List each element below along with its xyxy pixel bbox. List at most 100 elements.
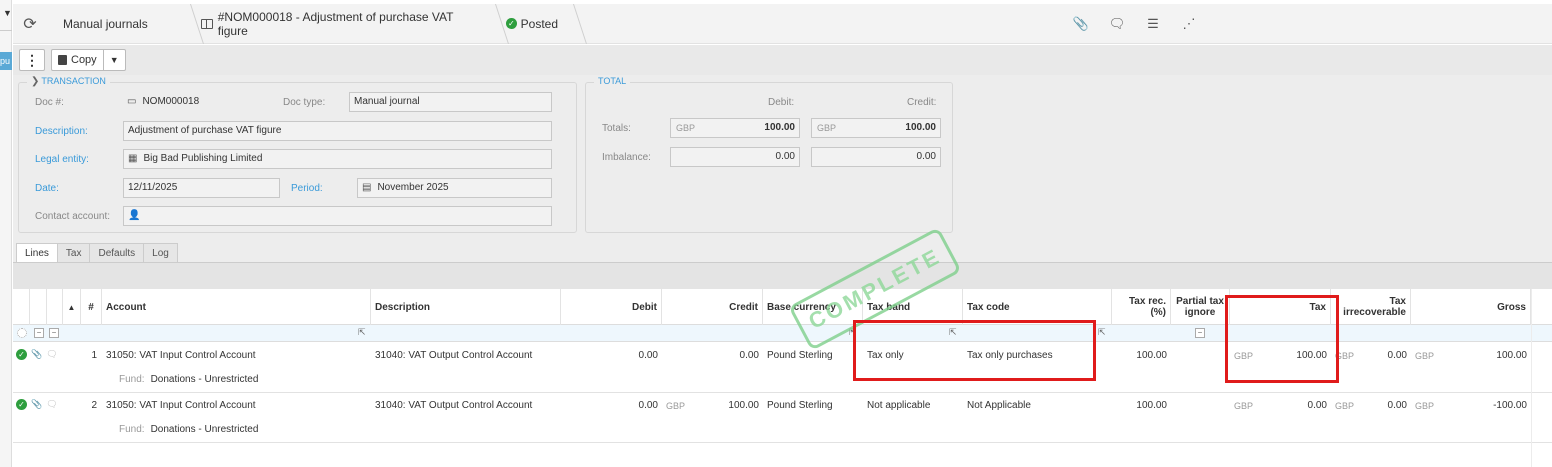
cell-debit[interactable]: 0.00: [561, 349, 662, 363]
debit-total-field: GBP 100.00: [670, 118, 800, 138]
open-external-icon[interactable]: ⇱: [358, 327, 366, 338]
header-gross[interactable]: Gross: [1411, 289, 1531, 325]
cell-account[interactable]: 31050: VAT Input Control Account: [102, 399, 371, 413]
top-actions: 📎 🗨 ☰ ⋰: [1063, 4, 1207, 44]
refresh-icon[interactable]: ⟳: [13, 4, 47, 44]
cell-tax-irrecoverable[interactable]: GBP 0.00: [1331, 399, 1411, 413]
cell-description[interactable]: 31040: VAT Output Control Account: [371, 349, 561, 363]
building-icon: ▦: [128, 153, 138, 164]
divider: [1531, 289, 1532, 467]
open-external-icon[interactable]: ⇱: [1098, 327, 1106, 338]
header-partial-tax-ignore[interactable]: Partial tax ignore: [1171, 289, 1230, 325]
credit-imbalance-field: 0.00: [811, 147, 941, 167]
paperclip-icon[interactable]: 📎: [1063, 16, 1099, 32]
cell-tax-band[interactable]: Not applicable: [863, 399, 963, 413]
legal-entity-field[interactable]: ▦ Big Bad Publishing Limited: [123, 149, 552, 169]
section-tabs: Lines Tax Defaults Log: [16, 243, 178, 264]
person-icon: 👤: [128, 210, 141, 221]
cell-tax-irrecoverable[interactable]: GBP 0.00: [1331, 349, 1411, 363]
select-all-icon[interactable]: [17, 328, 27, 338]
cell-tax-rec[interactable]: 100.00: [1112, 399, 1171, 413]
left-panel-tab[interactable]: pu: [0, 52, 12, 70]
debit-imbalance-field: 0.00: [670, 147, 800, 167]
cell-account[interactable]: 31050: VAT Input Control Account: [102, 349, 371, 363]
cell-gross[interactable]: GBP 100.00: [1411, 349, 1531, 363]
tab-lines[interactable]: Lines: [16, 243, 58, 264]
header-credit[interactable]: Credit: [662, 289, 763, 325]
description-label[interactable]: Description:: [35, 126, 88, 137]
cell-description[interactable]: 31040: VAT Output Control Account: [371, 399, 561, 413]
paperclip-icon[interactable]: 📎: [31, 399, 42, 410]
copy-button[interactable]: Copy: [52, 50, 103, 70]
check-circle-icon: ✓: [16, 399, 27, 410]
tab-defaults[interactable]: Defaults: [89, 243, 145, 263]
period-field[interactable]: ▤ November 2025: [357, 178, 552, 198]
breadcrumb-manual-journals[interactable]: Manual journals: [47, 4, 185, 44]
header-description[interactable]: Description: [371, 289, 561, 325]
contact-account-field[interactable]: 👤: [123, 206, 552, 226]
cell-tax-rec[interactable]: 100.00: [1112, 349, 1171, 363]
chevron-down-icon[interactable]: ▼: [3, 8, 12, 18]
cell-gross[interactable]: GBP -100.00: [1411, 399, 1531, 413]
header-tax-rec[interactable]: Tax rec. (%): [1112, 289, 1171, 325]
sort-ascending-icon[interactable]: ▲: [63, 289, 81, 325]
copy-label: Copy: [71, 54, 97, 66]
breadcrumb-document[interactable]: #NOM000018 - Adjustment of purchase VAT …: [185, 4, 490, 44]
check-circle-icon: ✓: [506, 18, 517, 29]
highlight-box-tax: [1225, 295, 1339, 383]
comment-icon[interactable]: 🗨: [1099, 16, 1135, 32]
comment-icon[interactable]: 🗨: [46, 399, 57, 410]
cell-num: 2: [91, 400, 97, 411]
cell-num: 1: [91, 350, 97, 361]
doc-type-label: Doc type:: [283, 97, 326, 108]
divider: [0, 30, 12, 31]
copy-dropdown-button[interactable]: ▼: [102, 50, 125, 70]
left-panel-strip[interactable]: ▼ pu: [0, 0, 12, 467]
comment-icon[interactable]: 🗨: [46, 349, 57, 360]
more-options-button[interactable]: ⋮: [19, 49, 45, 71]
transaction-legend[interactable]: ❯ TRANSACTION: [27, 76, 110, 87]
header-tax-irrecoverable[interactable]: Tax irrecoverable: [1331, 289, 1411, 325]
doc-no-value: ▭ NOM000018: [123, 93, 253, 113]
description-field[interactable]: Adjustment of purchase VAT figure: [123, 121, 552, 141]
calendar-icon: ▤: [362, 182, 372, 193]
cell-base-currency[interactable]: Pound Sterling: [763, 399, 863, 413]
tab-log[interactable]: Log: [143, 243, 178, 263]
collapse-icon[interactable]: −: [49, 328, 59, 338]
cell-credit[interactable]: 0.00: [662, 349, 763, 363]
cell-tax-code[interactable]: Not Applicable: [963, 399, 1112, 413]
tab-tax[interactable]: Tax: [56, 243, 91, 263]
contact-account-label: Contact account:: [35, 211, 111, 222]
doc-no-label: Doc #:: [35, 97, 64, 108]
row-fund: Fund: Donations - Unrestricted: [119, 374, 259, 385]
credit-label: Credit:: [907, 97, 937, 108]
header-account[interactable]: Account: [102, 289, 371, 325]
header-num[interactable]: #: [81, 289, 102, 325]
share-icon[interactable]: ⋰: [1171, 16, 1207, 32]
breadcrumb-label: #NOM000018 - Adjustment of purchase VAT …: [217, 9, 454, 38]
table-row[interactable]: ✓ 📎 🗨 2 31050: VAT Input Control Account…: [13, 393, 1552, 443]
cell-tax[interactable]: GBP 0.00: [1230, 399, 1331, 413]
action-toolbar: ⋮ Copy ▼: [13, 45, 1552, 75]
cell-credit[interactable]: GBP 100.00: [662, 399, 763, 413]
total-legend: TOTAL: [594, 76, 631, 86]
date-field[interactable]: 12/11/2025: [123, 178, 280, 198]
collapse-icon[interactable]: −: [1195, 328, 1205, 338]
header-debit[interactable]: Debit: [561, 289, 662, 325]
period-label[interactable]: Period:: [291, 183, 323, 194]
header-comment: [47, 289, 63, 325]
cell-base-currency[interactable]: Pound Sterling: [763, 349, 863, 363]
paperclip-icon[interactable]: 📎: [31, 349, 42, 360]
doc-type-field[interactable]: Manual journal: [349, 92, 552, 112]
date-label[interactable]: Date:: [35, 183, 59, 194]
copy-icon: [58, 55, 67, 65]
cell-debit[interactable]: 0.00: [561, 399, 662, 413]
collapse-icon[interactable]: −: [34, 328, 44, 338]
copy-split-button: Copy ▼: [51, 49, 126, 71]
book-icon: ▭: [127, 96, 137, 107]
book-icon: [201, 18, 213, 29]
total-section: TOTAL Debit: Credit: Totals: GBP 100.00 G…: [585, 76, 953, 233]
filter-list-icon[interactable]: ☰: [1135, 16, 1171, 32]
row-status-icons: ✓ 📎 🗨: [16, 399, 62, 410]
legal-entity-label[interactable]: Legal entity:: [35, 154, 89, 165]
